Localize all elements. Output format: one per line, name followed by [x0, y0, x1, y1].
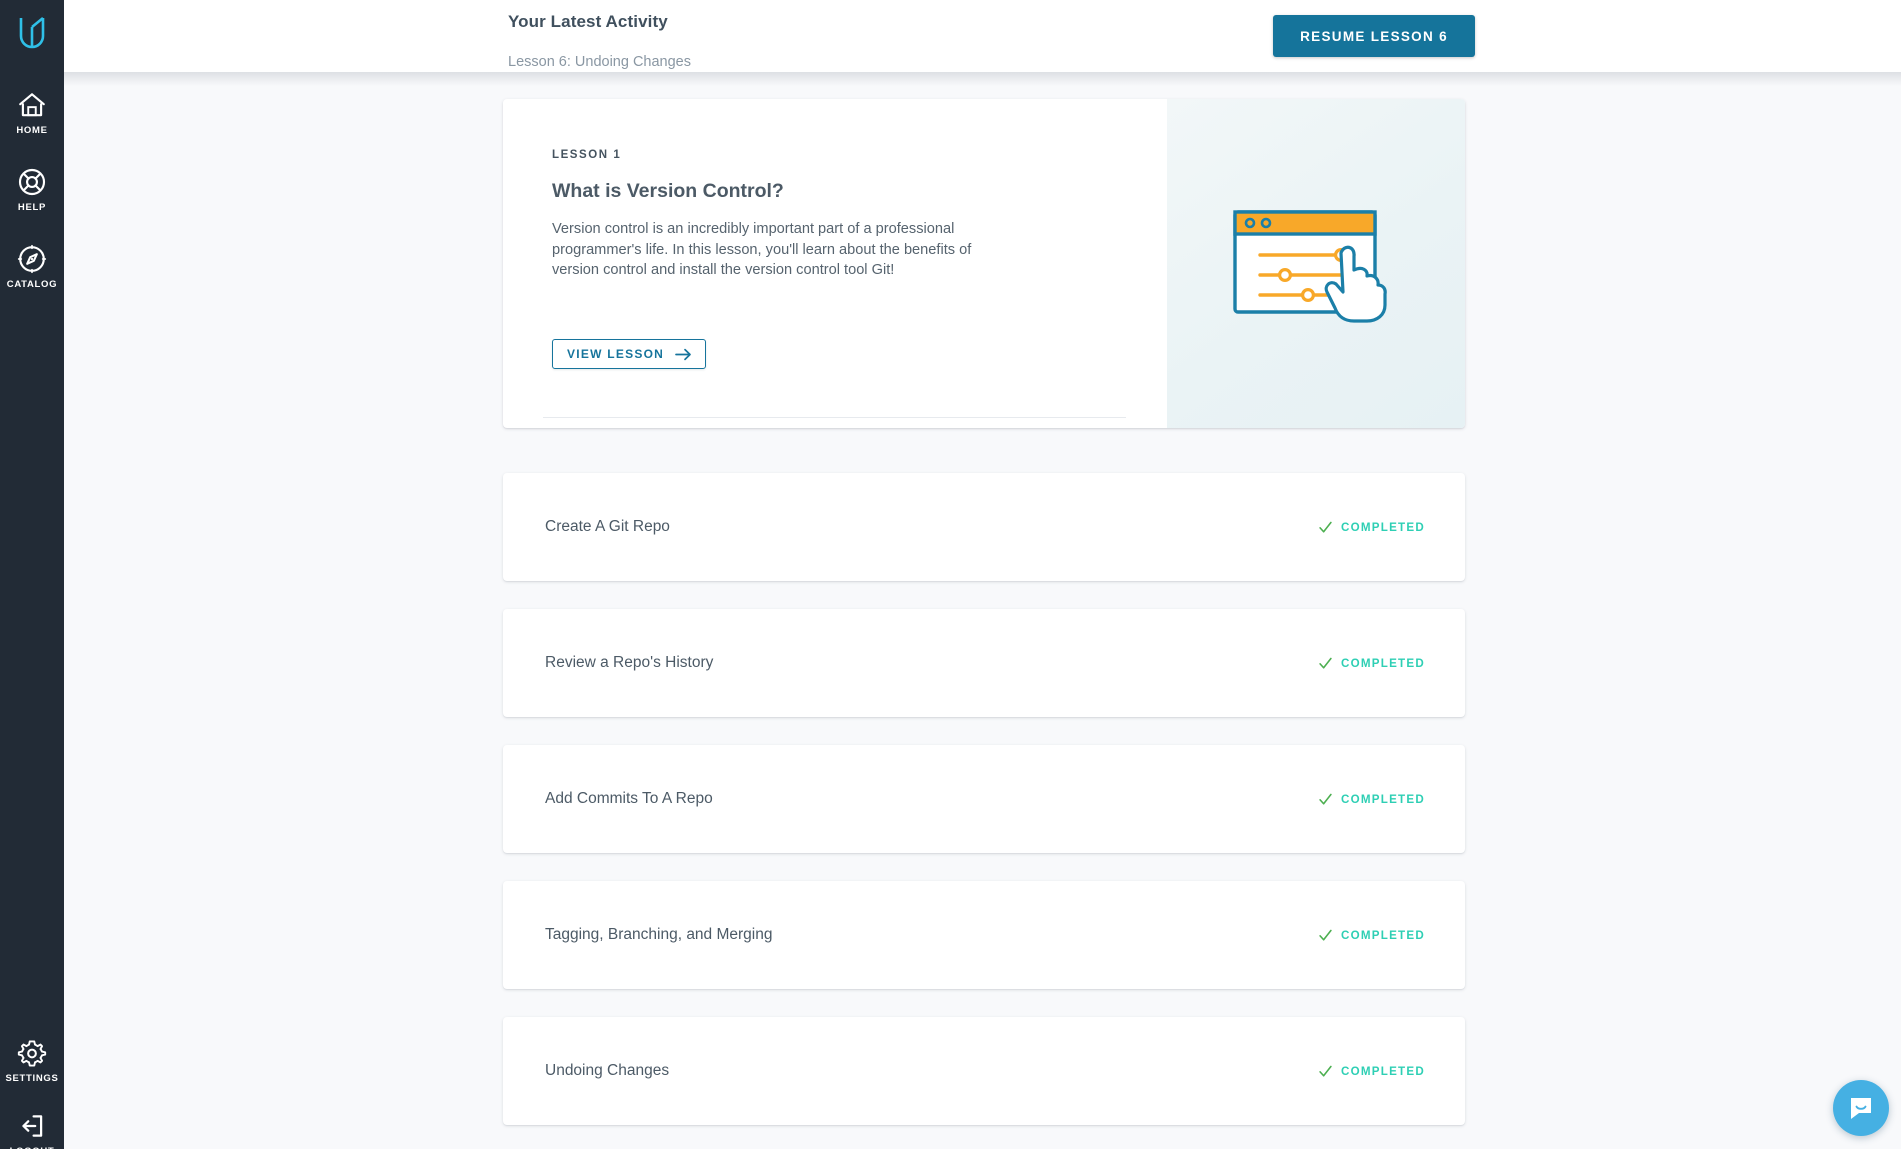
- resume-lesson-button[interactable]: RESUME LESSON 6: [1273, 15, 1475, 57]
- check-icon: [1319, 929, 1332, 941]
- view-lesson-label: VIEW LESSON: [567, 347, 665, 361]
- status-label: COMPLETED: [1340, 1064, 1425, 1078]
- check-icon: [1319, 657, 1332, 669]
- lesson-row-title: Undoing Changes: [545, 1062, 670, 1079]
- lesson-title: What is Version Control?: [552, 180, 784, 202]
- lesson-row[interactable]: Undoing Changes COMPLETED: [503, 1017, 1465, 1125]
- lesson-row[interactable]: Create A Git Repo COMPLETED: [503, 473, 1465, 581]
- lesson-description: Version control is an incredibly importa…: [552, 221, 972, 278]
- main-content: LESSON 1 What is Version Control? Versio…: [64, 72, 1901, 1149]
- page-title: Your Latest Activity: [508, 12, 668, 31]
- chat-widget-button[interactable]: [1833, 1080, 1889, 1136]
- lesson-card-expanded: LESSON 1 What is Version Control? Versio…: [503, 99, 1465, 428]
- lesson-card-illustration-panel: [1167, 99, 1465, 428]
- lesson-row-title: Add Commits To A Repo: [545, 790, 713, 807]
- lesson-row-title: Tagging, Branching, and Merging: [545, 926, 773, 943]
- check-icon: [1319, 793, 1332, 805]
- browser-sliders-hand-icon: [1233, 209, 1387, 323]
- sidebar-nav-top: HOME HELP CATALOG: [0, 90, 64, 290]
- sidebar-item-help-label: HELP: [17, 202, 47, 213]
- status-badge: COMPLETED: [1319, 657, 1425, 670]
- lesson-card-body: LESSON 1 What is Version Control? Versio…: [503, 99, 1167, 428]
- status-label: COMPLETED: [1340, 792, 1425, 806]
- status-badge: COMPLETED: [1319, 793, 1425, 806]
- view-lesson-button[interactable]: VIEW LESSON: [552, 339, 707, 369]
- lesson-row[interactable]: Add Commits To A Repo COMPLETED: [503, 745, 1465, 853]
- lesson-row-title: Review a Repo's History: [545, 654, 714, 671]
- sidebar-nav-bottom: SETTINGS LOGOUT: [0, 1038, 64, 1149]
- sidebar-item-catalog[interactable]: CATALOG: [0, 244, 64, 290]
- status-badge: COMPLETED: [1319, 929, 1425, 942]
- sidebar-item-settings-label: SETTINGS: [5, 1073, 59, 1084]
- status-label: COMPLETED: [1340, 656, 1425, 670]
- sidebar-item-home-label: HOME: [16, 125, 48, 136]
- check-icon: [1319, 521, 1332, 533]
- sidebar-item-home[interactable]: HOME: [0, 90, 64, 136]
- page-header: Your Latest Activity Lesson 6: Undoing C…: [64, 0, 1901, 72]
- sidebar-item-logout[interactable]: LOGOUT: [10, 1111, 55, 1149]
- intercom-chat-icon: [1851, 1098, 1871, 1119]
- sidebar: HOME HELP CATALOG SETTINGS: [0, 0, 64, 1149]
- card-divider: [543, 417, 1126, 418]
- lesson-number: LESSON 1: [552, 149, 622, 161]
- compass-icon: [17, 244, 47, 274]
- lesson-row[interactable]: Tagging, Branching, and Merging COMPLETE…: [503, 881, 1465, 989]
- udacity-logo-icon: [19, 16, 45, 49]
- logout-icon: [22, 1115, 43, 1137]
- status-label: COMPLETED: [1340, 520, 1425, 534]
- gear-icon: [17, 1040, 47, 1067]
- status-badge: COMPLETED: [1319, 1065, 1425, 1078]
- lifebuoy-icon: [18, 168, 46, 196]
- sidebar-item-help[interactable]: HELP: [0, 167, 64, 213]
- arrow-right-icon: [675, 348, 691, 360]
- udacity-logo[interactable]: [12, 10, 52, 54]
- check-icon: [1319, 1065, 1332, 1077]
- lesson-row[interactable]: Review a Repo's History COMPLETED: [503, 609, 1465, 717]
- lesson-row-title: Create A Git Repo: [545, 518, 670, 535]
- status-label: COMPLETED: [1340, 928, 1425, 942]
- status-badge: COMPLETED: [1319, 521, 1425, 534]
- sidebar-item-settings[interactable]: SETTINGS: [5, 1038, 58, 1084]
- sidebar-item-catalog-label: CATALOG: [6, 279, 58, 290]
- home-icon: [19, 93, 45, 117]
- page-subtitle: Lesson 6: Undoing Changes: [508, 54, 691, 70]
